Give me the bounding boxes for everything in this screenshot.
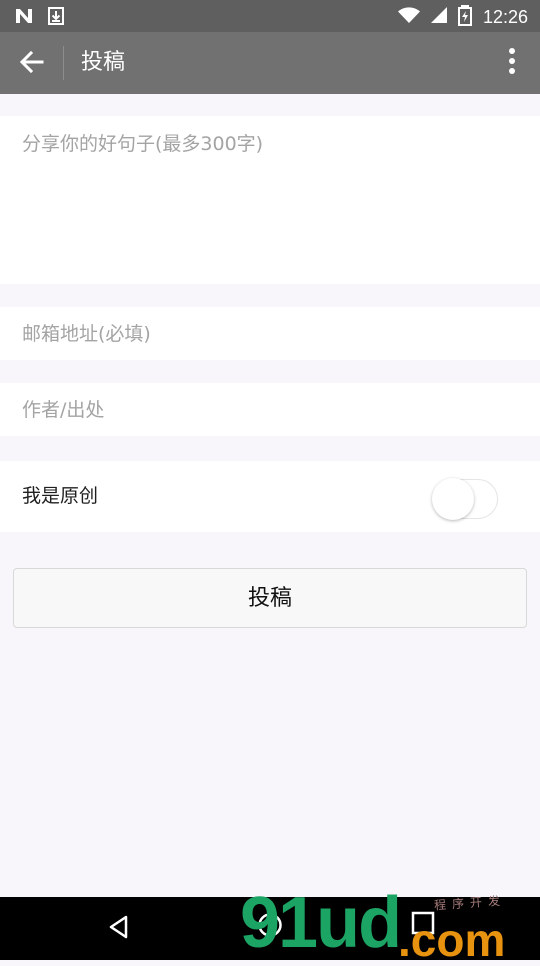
sentence-content-textarea[interactable] xyxy=(0,116,540,284)
status-right-icons: 12:26 xyxy=(397,4,528,30)
home-circle-icon xyxy=(255,913,285,944)
system-home-button[interactable] xyxy=(255,910,285,940)
original-toggle-label: 我是原创 xyxy=(22,485,99,507)
status-bar: 12:26 xyxy=(0,0,540,32)
notification-n-icon xyxy=(14,6,34,30)
triangle-back-icon xyxy=(104,915,136,947)
email-field-card xyxy=(0,307,540,360)
app-bar: 投稿 xyxy=(0,32,540,94)
app-bar-divider xyxy=(63,46,64,80)
battery-charging-icon xyxy=(457,4,473,30)
page-title: 投稿 xyxy=(81,50,126,75)
back-button[interactable] xyxy=(12,44,52,84)
signal-icon xyxy=(429,5,449,29)
system-navigation-bar xyxy=(0,897,540,960)
system-recent-apps-button[interactable] xyxy=(409,909,437,937)
status-time: 12:26 xyxy=(482,7,528,27)
recent-apps-square-icon xyxy=(409,911,437,941)
more-vertical-icon xyxy=(509,47,515,79)
original-toggle-knob xyxy=(432,478,474,520)
author-source-field-card xyxy=(0,383,540,436)
original-toggle-switch[interactable] xyxy=(432,478,500,520)
download-icon xyxy=(46,6,66,30)
wifi-icon xyxy=(397,5,421,29)
sentence-content-card xyxy=(0,116,540,284)
system-back-button[interactable] xyxy=(104,911,136,943)
author-source-input[interactable] xyxy=(0,383,540,436)
email-input[interactable] xyxy=(0,307,540,360)
arrow-left-icon xyxy=(18,48,46,80)
more-options-button[interactable] xyxy=(500,46,524,80)
submit-button[interactable]: 投稿 xyxy=(13,568,527,628)
status-left-icons xyxy=(14,6,66,30)
